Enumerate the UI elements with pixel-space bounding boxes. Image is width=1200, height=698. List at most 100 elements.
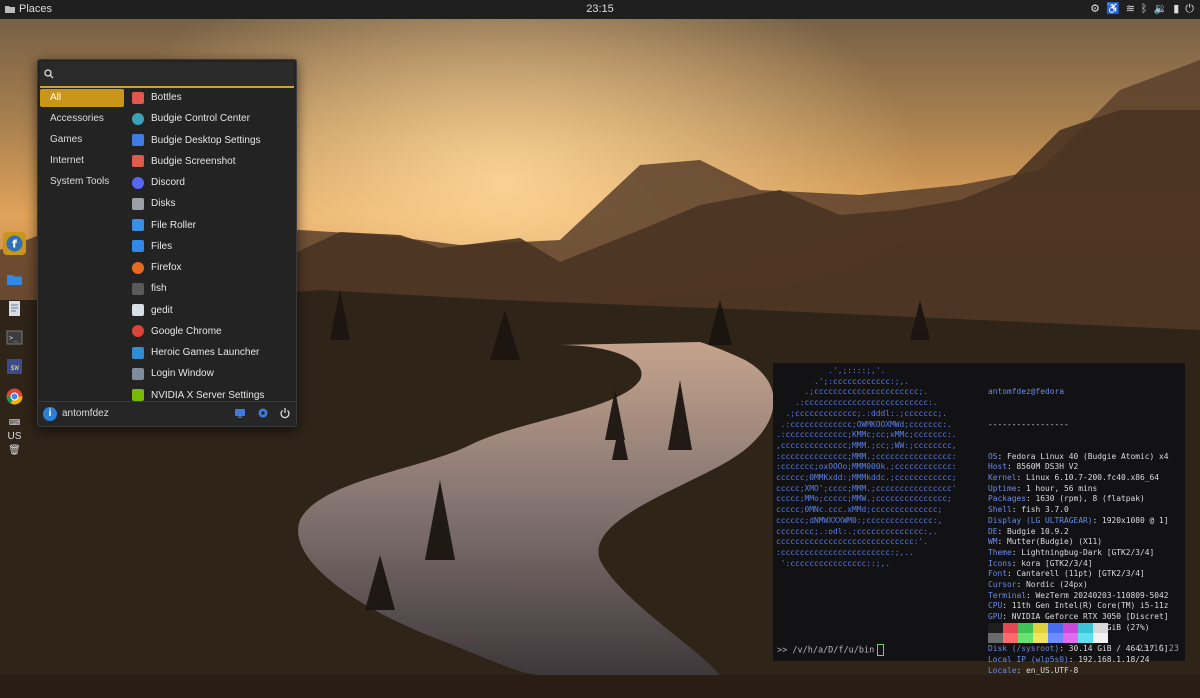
power-icon[interactable]: ⏻ bbox=[1185, 2, 1194, 17]
info-colon: : bbox=[997, 451, 1008, 461]
app-item-budgie-desktop-settings[interactable]: Budgie Desktop Settings bbox=[132, 130, 294, 151]
top-panel: Places 23:15 ⚙ ♿ ≋ ᛒ 🔉 ▮ ⏻ bbox=[0, 0, 1200, 19]
info-row: WM: Mutter(Budgie) (X11) bbox=[988, 537, 1183, 548]
terminal-window[interactable]: .',;::::;,'. .';:cccccccccccc:;,. .;cccc… bbox=[773, 363, 1185, 675]
volume-icon[interactable]: 🔉 bbox=[1154, 2, 1168, 17]
folder-icon bbox=[7, 275, 22, 285]
settings-icon[interactable]: ⚙ bbox=[1090, 2, 1100, 17]
ascii-logo-line: cccccccc;.:odl:.;cccccccccccccc:,. bbox=[776, 526, 938, 536]
info-value: 1 hour, 56 mins bbox=[1026, 483, 1098, 493]
app-item-firefox[interactable]: Firefox bbox=[132, 257, 294, 278]
category-all[interactable]: All bbox=[40, 89, 124, 107]
disks-icon bbox=[132, 197, 144, 210]
app-item-budgie-control-center[interactable]: Budgie Control Center bbox=[132, 108, 294, 129]
files-icon bbox=[132, 240, 144, 253]
app-item-fish[interactable]: fish bbox=[132, 278, 294, 299]
user-avatar[interactable]: i bbox=[43, 407, 57, 421]
app-item-gedit[interactable]: gedit bbox=[132, 300, 294, 321]
info-key: Icons bbox=[988, 558, 1012, 568]
control-center-icon bbox=[132, 112, 144, 125]
dock-item-gedit[interactable] bbox=[3, 297, 26, 320]
wifi-icon[interactable]: ≋ bbox=[1126, 2, 1135, 17]
ascii-logo-line: ccccc;MMo;ccccc;MMW.;ccccccccccccccc; bbox=[776, 494, 952, 504]
user-settings-icon[interactable] bbox=[234, 407, 246, 419]
menu-search-input[interactable] bbox=[58, 65, 292, 85]
trash-icon[interactable]: 🗑 bbox=[0, 445, 29, 456]
info-key: DE bbox=[988, 526, 998, 536]
accessibility-icon[interactable]: ♿ bbox=[1106, 2, 1120, 17]
app-item-bottles[interactable]: Bottles bbox=[132, 87, 294, 108]
category-internet[interactable]: Internet bbox=[40, 152, 124, 170]
app-item-heroic-games-launcher[interactable]: Heroic Games Launcher bbox=[132, 342, 294, 363]
system-settings-icon[interactable] bbox=[257, 407, 269, 419]
app-item-disks[interactable]: Disks bbox=[132, 193, 294, 214]
info-colon: : bbox=[1026, 590, 1036, 600]
color-swatch bbox=[1093, 623, 1108, 633]
menu-app-list: Bottles Budgie Control Center Budgie Des… bbox=[132, 87, 294, 406]
app-item-discord[interactable]: Discord bbox=[132, 172, 294, 193]
ascii-logo-line: .',;::::;,'. bbox=[776, 366, 886, 375]
info-colon: : bbox=[1011, 505, 1022, 515]
category-accessories[interactable]: Accessories bbox=[40, 110, 124, 128]
ascii-logo-line: cccccc;dNMWXXXWM0:;cccccccccccccc:, bbox=[776, 515, 943, 525]
info-value: 11th Gen Intel(R) Core(TM) i5-11z bbox=[1011, 601, 1169, 611]
dock-item-chrome[interactable] bbox=[3, 385, 26, 408]
app-item-google-chrome[interactable]: Google Chrome bbox=[132, 321, 294, 342]
cursor bbox=[877, 644, 885, 656]
power-icon[interactable] bbox=[279, 407, 291, 419]
app-label: Budgie Desktop Settings bbox=[151, 134, 261, 146]
fedora-ascii-logo: .',;::::;,'. .';:cccccccccccc:;,. .;cccc… bbox=[776, 366, 974, 569]
battery-icon[interactable]: ▮ bbox=[1173, 2, 1179, 17]
search-icon bbox=[44, 69, 54, 79]
info-row: Font: Cantarell (11pt) [GTK2/3/4] bbox=[988, 569, 1183, 580]
category-games[interactable]: Games bbox=[40, 131, 124, 149]
info-key: Shell bbox=[988, 505, 1012, 515]
info-value: kora [GTK2/3/4] bbox=[1021, 558, 1093, 568]
user-name[interactable]: antomfdez bbox=[62, 408, 109, 419]
menu-footer: i antomfdez bbox=[38, 401, 296, 426]
shell-prompt[interactable]: >> /v/h/a/D/f/u/bin bbox=[777, 644, 885, 656]
info-separator: ----------------- bbox=[988, 419, 1069, 429]
info-key: Locale bbox=[988, 665, 1017, 675]
bluetooth-icon[interactable]: ᛒ bbox=[1141, 2, 1148, 17]
info-value: Nordic (24px) bbox=[1026, 580, 1088, 590]
info-row: Terminal: WezTerm 20240203-110809-5042 bbox=[988, 591, 1183, 602]
app-item-files[interactable]: Files bbox=[132, 236, 294, 257]
app-label: gedit bbox=[151, 304, 173, 316]
info-key: Disk (/sysroot) bbox=[988, 644, 1060, 654]
info-key: Display (LG ULTRAGEAR) bbox=[988, 515, 1093, 525]
info-colon: : bbox=[1068, 654, 1079, 664]
dock-item-fedora-menu[interactable]: f bbox=[3, 232, 26, 255]
dock-item-files[interactable] bbox=[3, 268, 26, 291]
color-swatch bbox=[1003, 633, 1018, 643]
menu-categories: All Accessories Games Internet System To… bbox=[40, 89, 126, 194]
app-label: Heroic Games Launcher bbox=[151, 347, 260, 359]
info-value: Budgie 10.9.2 bbox=[1007, 526, 1069, 536]
wezterm-icon: $W bbox=[7, 359, 22, 374]
keyboard-layout-indicator[interactable]: US bbox=[0, 431, 29, 442]
app-item-login-window[interactable]: Login Window bbox=[132, 363, 294, 384]
color-swatch bbox=[1078, 623, 1093, 633]
dock-item-wezterm[interactable]: $W bbox=[3, 355, 26, 378]
info-row: CPU: 11th Gen Intel(R) Core(TM) i5-11z bbox=[988, 601, 1183, 612]
gedit-icon bbox=[132, 304, 144, 317]
ascii-logo-line: ccccccccccccccccccccccccccccc:'. bbox=[776, 537, 929, 547]
color-swatch bbox=[1048, 623, 1063, 633]
svg-text:f: f bbox=[12, 238, 17, 251]
info-colon: : bbox=[1002, 601, 1012, 611]
info-value: en_US.UTF-8 bbox=[1026, 665, 1079, 675]
info-colon: : bbox=[997, 526, 1008, 536]
ascii-logo-line: cccccc;0MMKxdd:;MMMkddc.;cccccccccccc; bbox=[776, 473, 957, 483]
info-row: Theme: Lightningbug-Dark [GTK2/3/4] bbox=[988, 548, 1183, 559]
app-item-file-roller[interactable]: File Roller bbox=[132, 215, 294, 236]
info-value: Cantarell (11pt) [GTK2/3/4] bbox=[1016, 569, 1145, 579]
app-label: Disks bbox=[151, 198, 176, 210]
dock-item-terminal[interactable]: >_ bbox=[3, 326, 26, 349]
panel-clock[interactable]: 23:15 bbox=[0, 3, 1200, 15]
color-swatch bbox=[1018, 623, 1033, 633]
category-system-tools[interactable]: System Tools bbox=[40, 173, 124, 191]
fish-terminal-icon bbox=[132, 282, 144, 295]
app-item-budgie-screenshot[interactable]: Budgie Screenshot bbox=[132, 151, 294, 172]
info-key: Packages bbox=[988, 494, 1027, 504]
info-colon: : bbox=[1092, 515, 1103, 525]
